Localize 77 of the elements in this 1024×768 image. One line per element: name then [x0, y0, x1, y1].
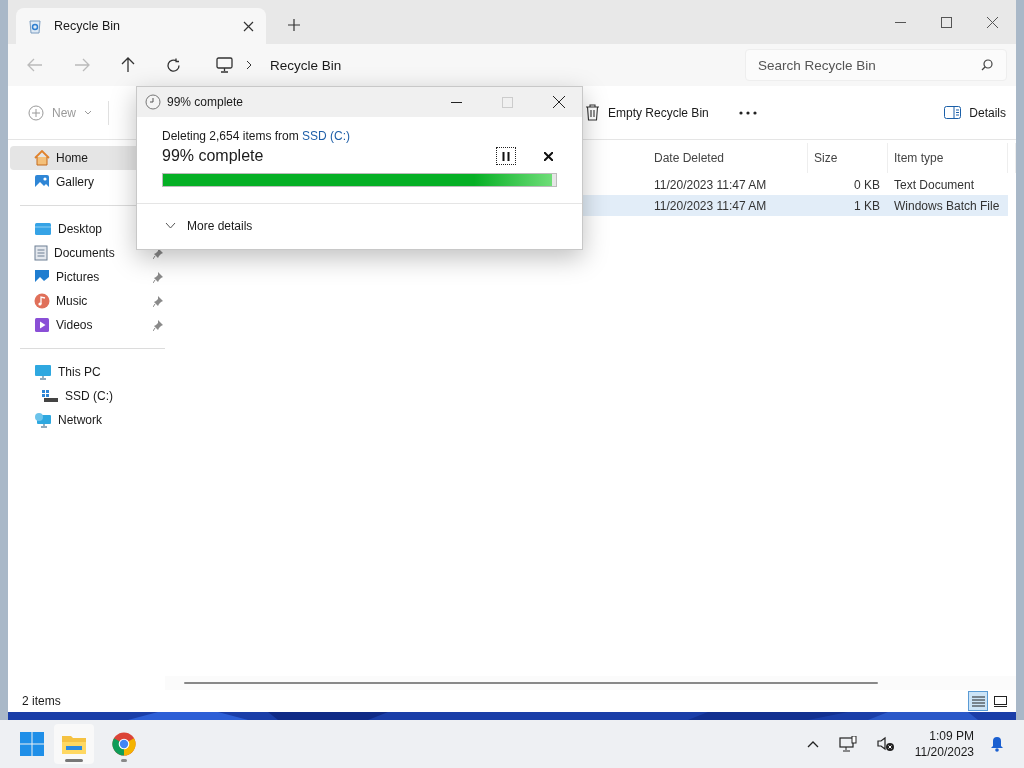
details-button[interactable]: Details	[934, 99, 1016, 126]
recycle-bin-icon	[28, 18, 42, 34]
image-icon	[34, 269, 50, 285]
chevron-icon	[165, 222, 176, 229]
pause-icon	[502, 151, 510, 161]
sidebar-item[interactable]: Desktop	[10, 217, 165, 241]
image-icon	[34, 174, 50, 190]
pin-icon[interactable]	[153, 296, 163, 307]
dialog-title: 99% complete	[167, 95, 244, 109]
column-header[interactable]: Size	[808, 143, 888, 173]
pin-icon[interactable]	[153, 248, 163, 259]
table-cell-text: 11/20/2023 11:47 AM	[653, 177, 768, 192]
sidebar-item[interactable]: Network	[10, 408, 165, 432]
desktop-folder-icon	[34, 222, 52, 236]
pin-icon[interactable]	[153, 320, 163, 331]
table-cell-text: 1 KB	[853, 198, 881, 213]
folder-icon	[62, 734, 86, 754]
sidebar-item[interactable]: Documents	[10, 241, 165, 265]
clock-icon	[145, 94, 161, 110]
document-icon	[34, 245, 48, 261]
scrollbar-thumb[interactable]	[184, 682, 878, 684]
monitor-icon	[34, 364, 52, 380]
sidebar-item[interactable]: SSD (C:)	[10, 384, 165, 408]
up-arrow-icon[interactable]	[121, 57, 135, 73]
tiles-icon	[993, 695, 1007, 707]
house-icon	[34, 150, 50, 166]
pin-icon[interactable]	[153, 272, 163, 283]
more-options-icon[interactable]	[738, 110, 757, 115]
tab[interactable]: Recycle Bin	[16, 8, 266, 44]
sidebar-item[interactable]: Gallery	[10, 170, 165, 194]
network-monitor-icon[interactable]	[838, 736, 857, 752]
monitor-icon[interactable]	[216, 57, 233, 73]
more-details-button[interactable]: More details	[165, 218, 253, 233]
clock[interactable]: 1:09 PM 11/20/2023	[914, 728, 974, 760]
close-icon[interactable]	[553, 96, 565, 108]
browser-icon	[112, 732, 136, 756]
table-cell-text: Windows Batch File	[893, 198, 1001, 213]
chevron-up-icon[interactable]	[806, 740, 819, 748]
sidebar-item[interactable]: Music	[10, 289, 165, 313]
details-pane-icon	[944, 106, 962, 119]
column-header[interactable]: Date Deleted	[648, 143, 808, 173]
table-cell-text: 11/20/2023 11:47 AM	[653, 198, 768, 213]
caret-icon	[84, 110, 92, 115]
progress-heading: 99% complete	[162, 147, 264, 165]
trash-icon	[585, 104, 600, 121]
empty-recycle-bin-button[interactable]: Empty Recycle Bin	[575, 98, 719, 127]
table-cell-text: 0 KB	[853, 177, 881, 192]
close-icon[interactable]	[243, 20, 254, 32]
music-note-icon	[34, 293, 50, 309]
drive-icon	[41, 389, 59, 403]
start-icon[interactable]	[20, 732, 44, 756]
speaker-muted-icon[interactable]	[876, 736, 895, 752]
close-icon[interactable]	[544, 151, 553, 161]
pause-button[interactable]	[496, 147, 516, 165]
breadcrumb[interactable]: Recycle Bin	[270, 57, 342, 73]
video-icon	[34, 317, 50, 333]
new-tab-icon[interactable]	[288, 19, 300, 31]
list-icon	[971, 695, 985, 707]
drive-link[interactable]: SSD (C:)	[302, 129, 351, 143]
search-field[interactable]: Search Recycle Bin	[745, 49, 1007, 81]
status-message: Deleting 2,654 items from SSD (C:)	[162, 129, 352, 143]
item-count: 2 items	[22, 694, 61, 708]
column-header[interactable]: Item type	[888, 143, 1008, 173]
plus-circle-icon	[28, 104, 44, 121]
maximize-icon	[502, 96, 513, 108]
search-icon[interactable]	[981, 59, 993, 71]
maximize-icon[interactable]	[941, 16, 952, 28]
table-cell-text: Text Document	[893, 177, 976, 192]
refresh-icon[interactable]	[166, 57, 181, 73]
sidebar-item[interactable]: This PC	[10, 360, 165, 384]
close-icon[interactable]	[987, 16, 998, 28]
folder-app-button[interactable]	[54, 724, 94, 764]
sidebar-item[interactable]: Videos	[10, 313, 165, 337]
sidebar-item[interactable]: Pictures	[10, 265, 165, 289]
chevron-right-icon[interactable]	[246, 60, 252, 70]
network-icon	[34, 412, 52, 428]
notification-bell-icon[interactable]	[990, 736, 1004, 752]
